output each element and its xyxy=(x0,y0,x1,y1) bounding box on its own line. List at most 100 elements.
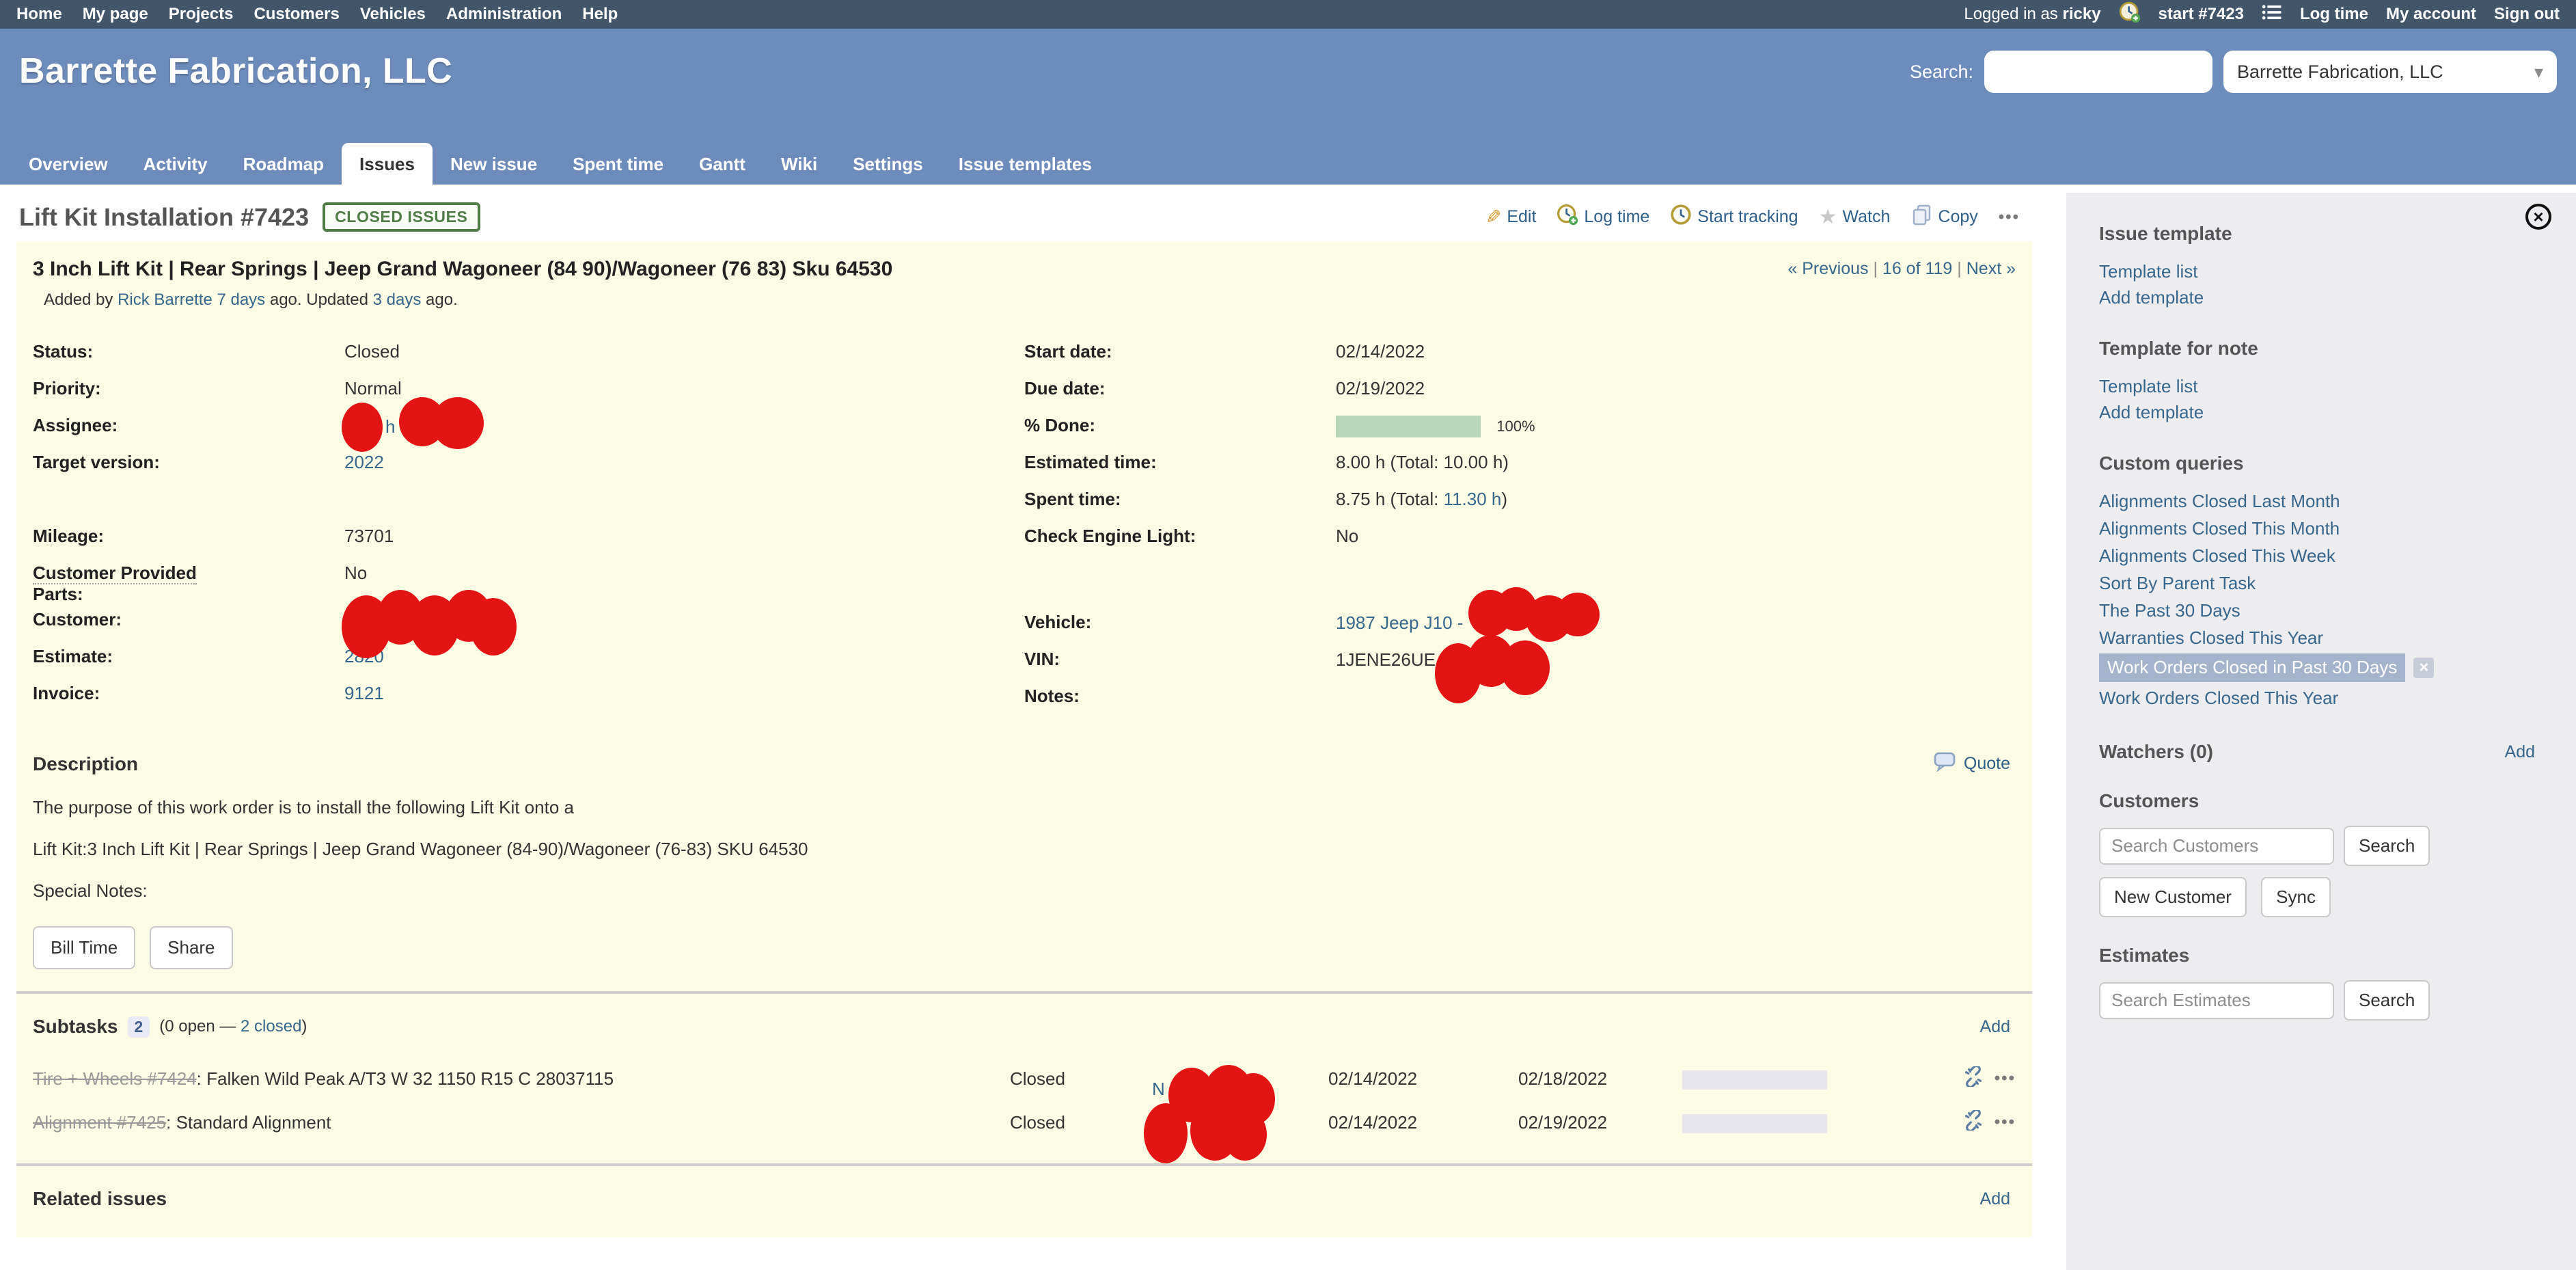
meta-added-suffix: ago. Updated xyxy=(270,291,368,309)
top-menu-bar: Home My page Projects Customers Vehicles… xyxy=(0,0,2576,29)
search-estimates-button[interactable]: Search xyxy=(2344,980,2430,1021)
customer-buttons-row: New Customer Sync xyxy=(2099,877,2535,917)
topbar-sign-out-link[interactable]: Sign out xyxy=(2494,5,2560,24)
attribute-row-estimate: Estimate: 2820 xyxy=(33,642,1024,679)
topbar-link-help[interactable]: Help xyxy=(582,5,618,24)
custom-query-link[interactable]: The Past 30 Days xyxy=(2099,597,2535,623)
attribute-row-vehicle: Vehicle: 1987 Jeep J10 - xyxy=(1024,608,2016,645)
subtask-progress-cell xyxy=(1682,1111,1920,1133)
subtask-assignee-link[interactable]: N xyxy=(1152,1079,1165,1100)
start-date-value: 02/14/2022 xyxy=(1336,337,1425,374)
attribute-row-start-date: Start date: 02/14/2022 xyxy=(1024,337,2016,374)
subtask-more-button[interactable]: ••• xyxy=(1995,1069,2016,1088)
invoice-link[interactable]: 9121 xyxy=(344,683,384,703)
total-spent-time-link[interactable]: 11.30 h xyxy=(1444,489,1502,509)
remove-query-icon[interactable]: × xyxy=(2413,658,2434,678)
issue-heading-row: Lift Kit Installation #7423 CLOSED ISSUE… xyxy=(0,185,2042,241)
add-subtask-link[interactable]: Add xyxy=(1980,1017,2016,1037)
quote-button[interactable]: Quote xyxy=(1934,751,2016,776)
tab-roadmap[interactable]: Roadmap xyxy=(225,143,342,185)
project-selector[interactable]: Barrette Fabrication, LLC ▾ xyxy=(2223,51,2557,93)
topbar-my-account-link[interactable]: My account xyxy=(2386,5,2476,24)
note-add-template-link[interactable]: Add template xyxy=(2099,399,2535,425)
assignee-link[interactable]: h xyxy=(385,416,395,437)
close-sidebar-icon[interactable]: × xyxy=(2525,204,2551,230)
more-actions-button[interactable]: ••• xyxy=(1999,208,2020,227)
copy-button[interactable]: Copy xyxy=(1910,204,1977,230)
topbar-link-vehicles[interactable]: Vehicles xyxy=(360,5,426,24)
star-icon: ★ xyxy=(1819,205,1837,229)
search-customers-input[interactable] xyxy=(2099,828,2334,865)
search-estimates-input[interactable] xyxy=(2099,982,2334,1019)
new-customer-button[interactable]: New Customer xyxy=(2099,877,2247,917)
closed-subtasks-link[interactable]: 2 closed xyxy=(241,1017,301,1036)
subtask-progress-cell xyxy=(1682,1068,1920,1089)
custom-query-link[interactable]: Alignments Closed This Week xyxy=(2099,543,2535,569)
tab-spent-time[interactable]: Spent time xyxy=(555,143,681,185)
unlink-icon[interactable] xyxy=(1963,1066,1984,1092)
topbar-log-time-link[interactable]: Log time xyxy=(2300,5,2368,24)
redaction-overlay xyxy=(1468,612,1600,636)
subtask-due-date: 02/19/2022 xyxy=(1518,1112,1682,1133)
target-version-link[interactable]: 2022 xyxy=(344,452,384,472)
mileage-value: 73701 xyxy=(344,522,394,558)
tab-new-issue[interactable]: New issue xyxy=(433,143,555,185)
add-related-issue-link[interactable]: Add xyxy=(1980,1189,2016,1209)
subtask-actions: ••• xyxy=(1920,1110,2016,1135)
tab-issues[interactable]: Issues xyxy=(342,143,433,185)
log-time-button[interactable]: Log time xyxy=(1557,204,1649,230)
pagination-separator: | xyxy=(1873,259,1878,278)
custom-query-link[interactable]: Warranties Closed This Year xyxy=(2099,625,2535,651)
tab-gantt[interactable]: Gantt xyxy=(681,143,763,185)
bill-time-button[interactable]: Bill Time xyxy=(33,926,135,969)
add-watcher-link[interactable]: Add xyxy=(2505,742,2535,762)
tab-issue-templates[interactable]: Issue templates xyxy=(941,143,1110,185)
start-tracking-issue-link[interactable]: start #7423 xyxy=(2159,5,2244,24)
estimate-label: Estimate: xyxy=(33,642,344,679)
note-template-list-link[interactable]: Template list xyxy=(2099,373,2535,399)
unlink-icon[interactable] xyxy=(1963,1110,1984,1135)
topbar-link-projects[interactable]: Projects xyxy=(169,5,234,24)
subtask-issue-link[interactable]: Tire + Wheels #7424 xyxy=(33,1068,197,1089)
topbar-link-customers[interactable]: Customers xyxy=(254,5,339,24)
issue-add-template-link[interactable]: Add template xyxy=(2099,284,2535,310)
author-link[interactable]: Rick Barrette xyxy=(118,291,213,309)
custom-query-link[interactable]: Work Orders Closed This Year xyxy=(2099,685,2535,711)
subtask-status: Closed xyxy=(1010,1112,1152,1133)
percent-done-value: 100% xyxy=(1336,411,1535,448)
sync-button[interactable]: Sync xyxy=(2261,877,2331,917)
redaction-overlay: h xyxy=(344,415,487,440)
tab-settings[interactable]: Settings xyxy=(835,143,941,185)
issue-template-list-link[interactable]: Template list xyxy=(2099,258,2535,284)
search-input[interactable] xyxy=(1984,51,2212,93)
topbar-link-my-page[interactable]: My page xyxy=(83,5,148,24)
custom-query-link[interactable]: Alignments Closed Last Month xyxy=(2099,488,2535,514)
redaction-blob xyxy=(432,397,484,449)
tab-activity[interactable]: Activity xyxy=(126,143,225,185)
added-ago-link[interactable]: 7 days xyxy=(217,291,265,309)
search-customers-button[interactable]: Search xyxy=(2344,826,2430,866)
spent-time-label: Spent time: xyxy=(1024,485,1336,522)
subtask-issue-link[interactable]: Alignment #7425 xyxy=(33,1112,166,1133)
next-issue-link[interactable]: Next » xyxy=(1967,259,2016,278)
list-icon[interactable] xyxy=(2262,3,2282,26)
subtask-more-button[interactable]: ••• xyxy=(1995,1113,2016,1132)
topbar-link-administration[interactable]: Administration xyxy=(446,5,562,24)
custom-query-link-selected[interactable]: Work Orders Closed in Past 30 Days xyxy=(2099,653,2405,682)
vehicle-link[interactable]: 1987 Jeep J10 - xyxy=(1336,612,1463,633)
tab-overview[interactable]: Overview xyxy=(11,143,126,185)
previous-issue-link[interactable]: « Previous xyxy=(1787,259,1868,278)
topbar-link-home[interactable]: Home xyxy=(16,5,62,24)
meta-added-prefix: Added by xyxy=(44,291,113,309)
custom-query-link[interactable]: Alignments Closed This Month xyxy=(2099,515,2535,541)
start-tracking-button[interactable]: Start tracking xyxy=(1670,204,1798,230)
attribute-row-status: Status: Closed xyxy=(33,337,1024,374)
custom-query-link[interactable]: Sort By Parent Task xyxy=(2099,570,2535,596)
share-button[interactable]: Share xyxy=(150,926,232,969)
tab-wiki[interactable]: Wiki xyxy=(763,143,835,185)
watch-button[interactable]: ★Watch xyxy=(1819,205,1891,229)
status-label: Status: xyxy=(33,337,344,374)
search-bar: Search: Barrette Fabrication, LLC ▾ xyxy=(1910,51,2557,93)
edit-button[interactable]: ✎Edit xyxy=(1485,206,1537,228)
updated-ago-link[interactable]: 3 days xyxy=(373,291,422,309)
